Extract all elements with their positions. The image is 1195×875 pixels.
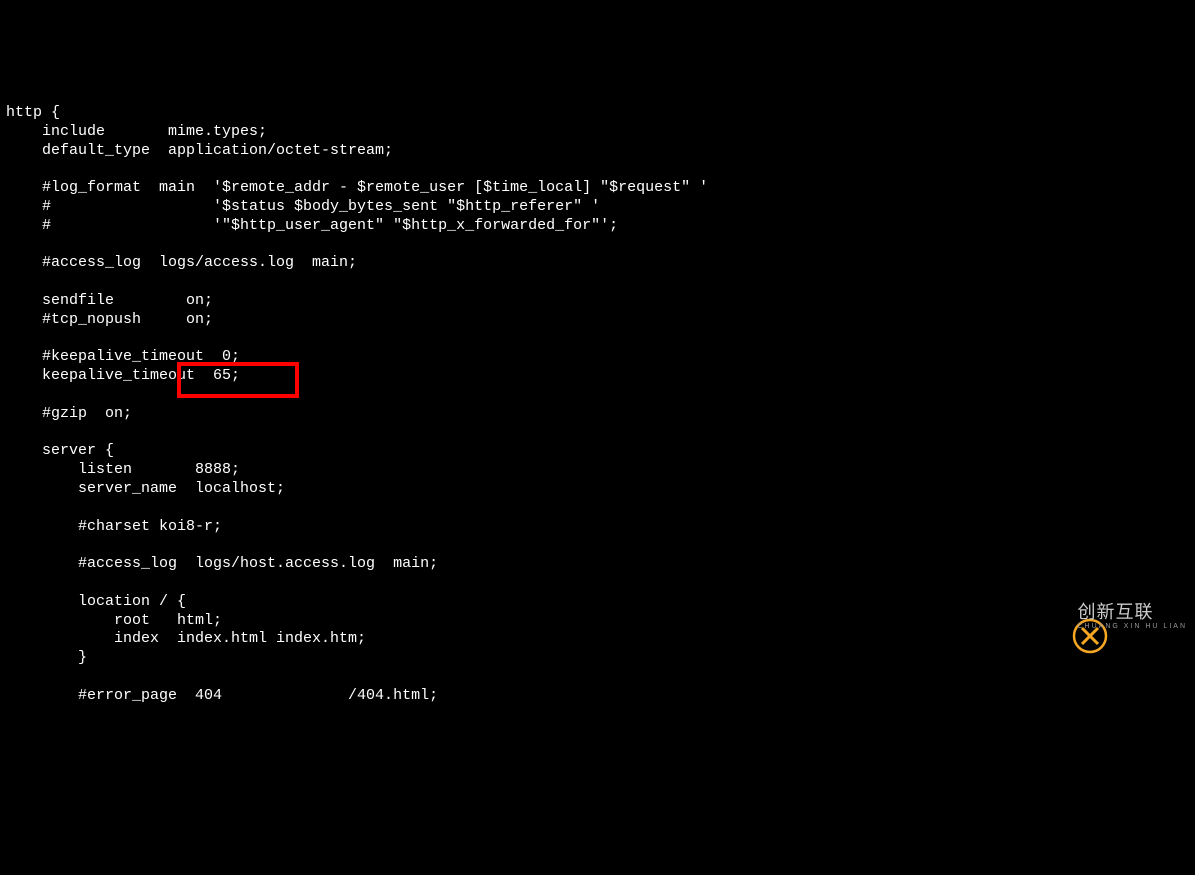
watermark: 创新互联 CHUANG XIN HU LIAN — [1035, 599, 1187, 635]
code-line: # '$status $body_bytes_sent "$http_refer… — [6, 198, 600, 215]
code-line: # '"$http_user_agent" "$http_x_forwarded… — [6, 217, 618, 234]
code-line: #gzip on; — [6, 405, 132, 422]
code-line: #keepalive_timeout 0; — [6, 348, 240, 365]
watermark-sub: CHUANG XIN HU LIAN — [1077, 623, 1187, 631]
nginx-config-code: http { include mime.types; default_type … — [6, 85, 1195, 705]
code-line: root html; — [6, 612, 222, 629]
code-line: #charset koi8-r; — [6, 518, 222, 535]
code-line: default_type application/octet-stream; — [6, 142, 393, 159]
code-line: index index.html index.htm; — [6, 630, 366, 647]
watermark-text: 创新互联 CHUANG XIN HU LIAN — [1077, 603, 1187, 630]
code-line: #access_log logs/host.access.log main; — [6, 555, 438, 572]
code-line: include mime.types; — [6, 123, 267, 140]
code-line: sendfile on; — [6, 292, 213, 309]
code-line: #log_format main '$remote_addr - $remote… — [6, 179, 708, 196]
code-line: server_name localhost; — [6, 480, 285, 497]
code-line: #access_log logs/access.log main; — [6, 254, 357, 271]
code-line: listen 8888; — [6, 461, 240, 478]
code-line: keepalive_timeout 65; — [6, 367, 240, 384]
code-line: #tcp_nopush on; — [6, 311, 213, 328]
logo-icon — [1035, 599, 1071, 635]
code-line: #error_page 404 /404.html; — [6, 687, 438, 704]
code-line: http { — [6, 104, 60, 121]
code-line: } — [6, 649, 87, 666]
watermark-main: 创新互联 — [1077, 603, 1187, 623]
code-line: server { — [6, 442, 114, 459]
code-line: location / { — [6, 593, 186, 610]
